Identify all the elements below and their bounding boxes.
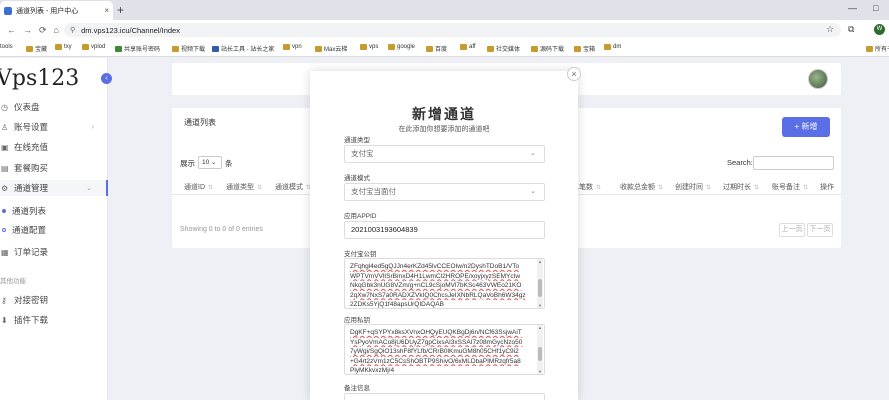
bookmark-item[interactable]: 源码下载 — [531, 44, 564, 53]
scroll-up-icon: ▲ — [538, 325, 542, 330]
bookmark-item[interactable]: vps — [360, 44, 378, 50]
channel-type-value: 支付宝 — [351, 149, 374, 158]
folder-icon — [360, 44, 367, 50]
back-arrow-icon[interactable]: ← — [7, 25, 16, 35]
textarea-line: NkqGbk3nUG8VZm/g+nCL9cSjoMVl7bKSc463VWEo… — [350, 282, 522, 289]
home-icon[interactable]: ⌂ — [54, 25, 59, 35]
bookmark-item[interactable]: Max云梯 — [315, 44, 347, 53]
bookmark-item[interactable]: dm — [604, 44, 621, 50]
textarea-line: 2qXw7NxS7a0RADXZVkIQ0ChcsJeIXNbRLQaVoBh6… — [350, 291, 526, 299]
bookmark-item[interactable]: tools — [0, 44, 13, 50]
scrollbar-thumb — [538, 279, 542, 297]
scroll-down-icon: ▼ — [538, 369, 542, 374]
folder-icon — [55, 44, 62, 50]
maximize-button[interactable]: □ — [873, 3, 878, 13]
minimize-button[interactable]: — — [848, 3, 857, 13]
textarea-line: +G4rt2zVm1zC5CsShOBTP9ShivO/6xMLDbaPIMRz… — [350, 357, 521, 365]
folder-icon — [212, 45, 219, 52]
appid-label: 应用APPID — [344, 213, 377, 220]
browser-tab-bar — [0, 0, 889, 20]
app-private-key-textarea[interactable]: DgKF+qSYPYx8ksXVnxOHQyEUQKBgDj6n/NCf63Ss… — [344, 324, 545, 375]
url-text: dm.vps123.icu/Channel/Index — [81, 25, 180, 35]
tab-title: 通道列表 - 用户中心 — [16, 7, 79, 15]
textarea-line: ZFqhgl4ed5gQJJn4erKZd45lvCCEOIw/n2DyshTD… — [350, 263, 520, 270]
folder-icon — [26, 45, 33, 52]
folder-icon — [388, 44, 395, 50]
remark-label: 备注信息 — [344, 385, 370, 392]
bookmark-item[interactable]: google — [388, 44, 415, 50]
alipay-public-key-label: 支付宝公钥 — [344, 251, 377, 258]
scroll-up-icon: ▲ — [538, 259, 542, 264]
appid-input[interactable]: 2021003193604839 — [344, 221, 545, 239]
textarea-scrollbar[interactable]: ▲ ▼ — [537, 259, 543, 308]
new-tab-button[interactable]: + — [117, 3, 124, 17]
folder-icon — [115, 45, 122, 52]
scrollbar-thumb — [538, 347, 542, 361]
scroll-down-icon: ▼ — [538, 303, 542, 308]
bookmark-item[interactable]: 宝箱 — [574, 44, 595, 53]
chevron-down-icon: ⌄ — [530, 150, 536, 157]
bookmark-item[interactable]: 站长工具 - 站长之家 — [212, 44, 274, 53]
extensions-icon[interactable]: ⧉ — [848, 24, 854, 35]
close-icon[interactable]: × — [567, 67, 581, 81]
folder-icon — [866, 45, 873, 52]
textarea-line: WPTVmVVlISrBmxD4H1LwmCl2HROPE/xoyjxyzSEM… — [350, 272, 521, 280]
tab-close-icon[interactable]: × — [104, 6, 109, 15]
folder-icon — [531, 45, 538, 52]
bookmark-item[interactable]: 百度 — [426, 44, 447, 53]
folder-icon — [487, 45, 494, 52]
textarea-line: 7yWgi/SgQiO13shF8fYLfb/CRrB0lKmuGM8h05CH… — [350, 348, 519, 355]
bookmark-star-icon[interactable]: ☆ — [826, 24, 834, 35]
bookmark-item[interactable]: 宝藏 — [26, 44, 47, 53]
folder-icon — [460, 44, 467, 50]
bookmark-item[interactable]: 视频下载 — [172, 44, 205, 53]
forward-arrow-icon[interactable]: → — [23, 25, 32, 35]
channel-mode-label: 通道模式 — [344, 175, 370, 182]
bookmark-item[interactable]: vpn — [283, 44, 302, 50]
textarea-scrollbar[interactable]: ▲ ▼ — [537, 325, 543, 374]
bookmark-item[interactable]: txy — [55, 44, 72, 50]
url-input[interactable]: ⚲ dm.vps123.icu/Channel/Index — [64, 23, 841, 37]
bookmark-item[interactable]: vplod — [82, 44, 105, 50]
modal-subtitle: 在此添加你想要添加的通道吧 — [398, 126, 490, 133]
modal-title: 新增通道 — [412, 106, 476, 122]
channel-mode-value: 支付宝当面付 — [351, 187, 396, 196]
folder-icon — [426, 45, 433, 52]
browser-tab[interactable]: 通道列表 - 用户中心 × — [0, 1, 113, 20]
folder-icon — [283, 44, 290, 50]
channel-mode-select[interactable]: 支付宝当面付 ⌄ — [344, 183, 545, 201]
chevron-down-icon: ⌄ — [530, 188, 536, 195]
folder-icon — [315, 45, 322, 52]
folder-icon — [604, 44, 611, 50]
remark-input[interactable] — [344, 393, 545, 400]
folder-icon — [82, 44, 89, 50]
channel-type-label: 通道类型 — [344, 137, 370, 144]
bookmark-item[interactable]: 共享账号密码 — [115, 44, 160, 53]
bookmark-item[interactable]: aff — [460, 44, 476, 50]
textarea-line: PlyMKkvxzMj/4 — [350, 367, 395, 374]
site-info-icon[interactable]: ⚲ — [70, 26, 75, 34]
bookmark-item[interactable]: 社交媒体 — [487, 44, 520, 53]
folder-icon — [574, 45, 581, 52]
channel-type-select[interactable]: 支付宝 ⌄ — [344, 145, 545, 163]
bookmark-item[interactable]: 所有书签 — [866, 44, 889, 53]
profile-avatar[interactable]: W — [874, 24, 885, 35]
textarea-line: YsPyoVmACo8jU6DUyZ7gpCixsAI3xSSAI7z08mGy… — [350, 338, 523, 346]
tab-favicon-icon — [4, 6, 12, 15]
textarea-line: DgKF+qSYPYx8ksXVnxOHQyEUQKBgDj6n/NCf63Ss… — [350, 329, 522, 336]
reload-icon[interactable]: ⟳ — [39, 25, 47, 36]
folder-icon — [172, 45, 179, 52]
app-private-key-label: 应用私钥 — [344, 317, 370, 324]
textarea-line: 2ZDKs5YjQ1f48apsUrQIDAQAB — [350, 301, 444, 308]
alipay-public-key-textarea[interactable]: ZFqhgl4ed5gQJJn4erKZd45lvCCEOIw/n2DyshTD… — [344, 258, 545, 309]
